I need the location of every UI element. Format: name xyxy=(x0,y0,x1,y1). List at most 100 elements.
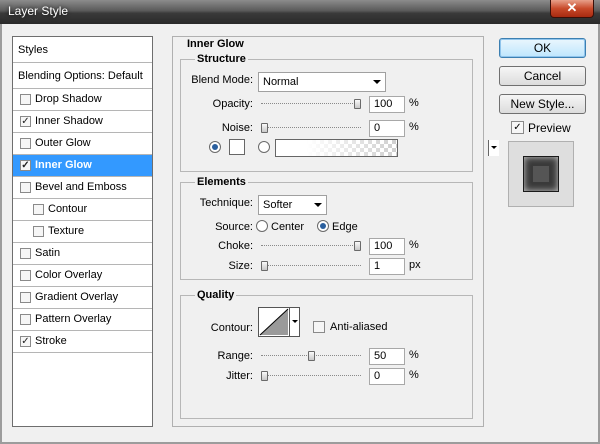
style-item-checkbox[interactable] xyxy=(20,270,31,281)
style-item-checkbox[interactable]: ✓ xyxy=(20,116,31,127)
style-item-gradient-overlay[interactable]: Gradient Overlay xyxy=(13,287,152,309)
size-slider-thumb[interactable] xyxy=(261,261,268,271)
cancel-button[interactable]: Cancel xyxy=(499,66,586,86)
style-item-checkbox[interactable] xyxy=(33,204,44,215)
preview-swatch-center xyxy=(533,166,549,182)
anti-aliased-checkbox[interactable] xyxy=(313,321,325,333)
source-center-radio[interactable] xyxy=(256,220,268,232)
styles-list: Styles Blending Options: Default Drop Sh… xyxy=(12,36,153,427)
jitter-input[interactable]: 0 xyxy=(369,368,405,385)
contour-dropdown-button[interactable] xyxy=(290,307,300,337)
check-icon: ✓ xyxy=(21,160,30,171)
range-slider[interactable] xyxy=(261,351,361,361)
choke-slider[interactable] xyxy=(261,241,361,251)
source-label: Source: xyxy=(215,221,253,233)
structure-title: Structure xyxy=(195,53,248,65)
quality-title: Quality xyxy=(195,289,237,301)
check-icon: ✓ xyxy=(21,116,30,127)
quality-group: Quality Contour: Anti-aliased Range: 50 … xyxy=(180,289,473,419)
style-item-checkbox[interactable] xyxy=(33,226,44,237)
style-item-bevel-and-emboss[interactable]: Bevel and Emboss xyxy=(13,177,152,199)
opacity-slider[interactable] xyxy=(261,99,361,109)
style-item-texture[interactable]: Texture xyxy=(13,221,152,243)
style-item-checkbox[interactable] xyxy=(20,292,31,303)
jitter-slider[interactable] xyxy=(261,371,361,381)
gradient-radio[interactable] xyxy=(258,141,270,153)
opacity-input[interactable]: 100 xyxy=(369,96,405,113)
choke-slider-thumb[interactable] xyxy=(354,241,361,251)
gradient-dropdown-button[interactable] xyxy=(488,140,499,156)
style-item-pattern-overlay[interactable]: Pattern Overlay xyxy=(13,309,152,331)
new-style-button[interactable]: New Style... xyxy=(499,94,586,114)
choke-unit: % xyxy=(409,239,419,251)
source-center-label: Center xyxy=(271,221,305,233)
layer-style-dialog: Layer Style ✕ Styles Blending Options: D… xyxy=(0,0,600,444)
style-item-checkbox[interactable] xyxy=(20,182,31,193)
opacity-slider-track xyxy=(261,103,361,104)
title-bar[interactable]: Layer Style ✕ xyxy=(0,0,600,24)
styles-header[interactable]: Styles xyxy=(13,37,152,63)
contour-curve-icon xyxy=(259,308,289,336)
style-item-checkbox[interactable]: ✓ xyxy=(20,160,31,171)
style-item-outer-glow[interactable]: Outer Glow xyxy=(13,133,152,155)
style-item-label: Gradient Overlay xyxy=(35,291,119,303)
style-item-contour[interactable]: Contour xyxy=(13,199,152,221)
check-icon: ✓ xyxy=(513,122,522,133)
choke-input[interactable]: 100 xyxy=(369,238,405,255)
gradient-picker[interactable] xyxy=(275,139,499,157)
style-item-stroke[interactable]: ✓ Stroke xyxy=(13,331,152,353)
window-title: Layer Style xyxy=(8,4,69,18)
glow-color-swatch[interactable] xyxy=(229,139,245,155)
styles-header-label: Styles xyxy=(18,44,48,56)
chevron-down-icon xyxy=(373,80,381,84)
noise-slider-thumb[interactable] xyxy=(261,123,268,133)
size-slider-track xyxy=(261,265,361,266)
source-edge-radio[interactable] xyxy=(317,220,329,232)
preview-label: Preview xyxy=(528,121,571,135)
preview-checkbox[interactable]: ✓ xyxy=(511,121,524,134)
panel-title: Inner Glow xyxy=(185,38,246,50)
style-preview xyxy=(508,141,574,207)
style-item-label: Bevel and Emboss xyxy=(35,181,127,193)
style-item-label: Outer Glow xyxy=(35,137,91,149)
jitter-slider-thumb[interactable] xyxy=(261,371,268,381)
chevron-down-icon xyxy=(314,203,322,207)
source-edge-label: Edge xyxy=(332,221,358,233)
style-item-drop-shadow[interactable]: Drop Shadow xyxy=(13,89,152,111)
contour-picker[interactable] xyxy=(258,307,300,337)
blend-mode-label: Blend Mode: xyxy=(191,74,253,86)
blending-options-item[interactable]: Blending Options: Default xyxy=(13,63,152,89)
size-input[interactable]: 1 xyxy=(369,258,405,275)
range-input[interactable]: 50 xyxy=(369,348,405,365)
blend-mode-select[interactable]: Normal xyxy=(258,72,386,92)
check-icon: ✓ xyxy=(21,336,30,347)
style-item-satin[interactable]: Satin xyxy=(13,243,152,265)
size-unit: px xyxy=(409,259,421,271)
solid-color-radio[interactable] xyxy=(209,141,221,153)
style-item-checkbox[interactable]: ✓ xyxy=(20,336,31,347)
close-button[interactable]: ✕ xyxy=(550,0,594,18)
style-item-inner-glow[interactable]: ✓ Inner Glow xyxy=(13,155,152,177)
choke-slider-track xyxy=(261,245,361,246)
style-item-checkbox[interactable] xyxy=(20,248,31,259)
chevron-down-icon xyxy=(292,320,298,323)
noise-input[interactable]: 0 xyxy=(369,120,405,137)
technique-label: Technique: xyxy=(199,197,253,209)
size-slider[interactable] xyxy=(261,261,361,271)
style-item-checkbox[interactable] xyxy=(20,94,31,105)
style-item-inner-shadow[interactable]: ✓ Inner Shadow xyxy=(13,111,152,133)
choke-label: Choke: xyxy=(218,240,253,252)
noise-unit: % xyxy=(409,121,419,133)
jitter-slider-track xyxy=(261,375,361,376)
ok-button[interactable]: OK xyxy=(499,38,586,58)
style-item-checkbox[interactable] xyxy=(20,138,31,149)
technique-select[interactable]: Softer xyxy=(258,195,327,215)
contour-label: Contour: xyxy=(210,322,253,334)
style-item-color-overlay[interactable]: Color Overlay xyxy=(13,265,152,287)
contour-thumbnail[interactable] xyxy=(258,307,290,337)
style-item-checkbox[interactable] xyxy=(20,314,31,325)
noise-slider-track xyxy=(261,127,361,128)
opacity-slider-thumb[interactable] xyxy=(354,99,361,109)
noise-slider[interactable] xyxy=(261,123,361,133)
range-slider-thumb[interactable] xyxy=(308,351,315,361)
